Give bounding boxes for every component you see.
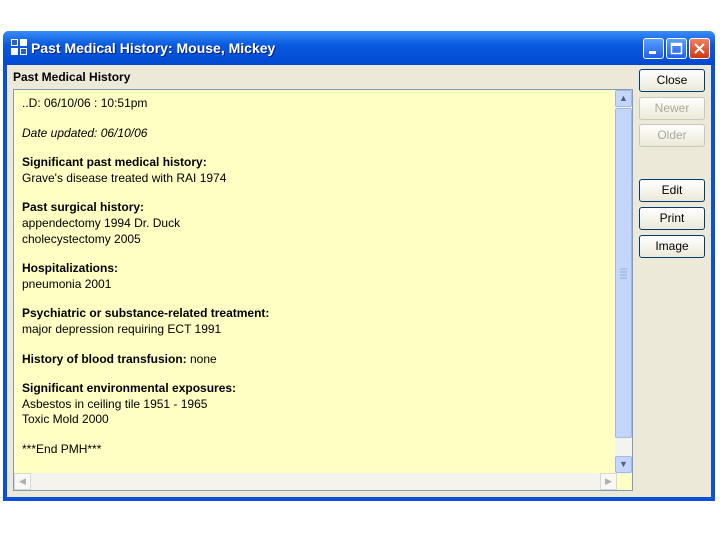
vertical-scrollbar[interactable]: ▲ ▼ (615, 90, 632, 474)
section-line: cholecystectomy 2005 (22, 231, 141, 246)
record-id-line: ..D: 06/10/06 : 10:51pm (22, 96, 148, 110)
dialog-body: Past Medical History ..D: 06/10/06 : 10:… (7, 65, 711, 497)
section-hospitalizations: Hospitalizations: pneumonia 2001 (22, 261, 612, 292)
section-heading: Past surgical history: (22, 200, 145, 215)
section-line: Asbestos in ceiling tile 1951 - 1965 (22, 396, 208, 411)
panel-label: Past Medical History (13, 70, 131, 84)
grip-icon (620, 268, 627, 279)
chevron-down-icon: ▼ (619, 459, 628, 469)
edit-button[interactable]: Edit (639, 179, 705, 202)
app-icon (11, 39, 27, 55)
section-environmental: Significant environmental exposures: Asb… (22, 381, 612, 428)
section-line: Toxic Mold 2000 (22, 412, 109, 427)
section-line: Grave's disease treated with RAI 1974 (22, 170, 227, 185)
horizontal-scrollbar[interactable]: ◀ ▶ (14, 473, 617, 490)
chevron-right-icon: ▶ (605, 476, 612, 486)
close-icon (694, 43, 705, 54)
history-content: ..D: 06/10/06 : 10:51pm Date updated: 06… (22, 96, 612, 472)
section-line: major depression requiring ECT 1991 (22, 321, 222, 336)
older-button[interactable]: Older (639, 124, 705, 147)
section-line: pneumonia 2001 (22, 276, 112, 291)
section-medical: Significant past medical history: Grave'… (22, 155, 612, 186)
scroll-right-button[interactable]: ▶ (600, 473, 617, 490)
history-text-pane[interactable]: ..D: 06/10/06 : 10:51pm Date updated: 06… (13, 89, 633, 491)
chevron-up-icon: ▲ (619, 93, 628, 103)
section-heading: Significant environmental exposures: (22, 381, 237, 396)
title-bar[interactable]: Past Medical History: Mouse, Mickey (3, 31, 715, 65)
close-button[interactable]: Close (639, 69, 705, 92)
end-marker: ***End PMH*** (22, 441, 102, 456)
minimize-icon (649, 51, 656, 54)
section-surgical: Past surgical history: appendectomy 1994… (22, 200, 612, 247)
section-heading: Psychiatric or substance-related treatme… (22, 306, 270, 321)
scroll-up-button[interactable]: ▲ (615, 90, 632, 107)
section-inline-value: none (186, 351, 217, 366)
minimize-button[interactable] (643, 38, 664, 59)
scroll-left-button[interactable]: ◀ (14, 473, 31, 490)
window-close-button[interactable] (689, 38, 710, 59)
image-button[interactable]: Image (639, 235, 705, 258)
date-updated: Date updated: 06/10/06 (22, 125, 148, 140)
print-button[interactable]: Print (639, 207, 705, 230)
maximize-button[interactable] (666, 38, 687, 59)
section-psychiatric: Psychiatric or substance-related treatme… (22, 306, 612, 337)
section-heading: Significant past medical history: (22, 155, 207, 170)
scroll-down-button[interactable]: ▼ (615, 456, 632, 473)
window-title: Past Medical History: Mouse, Mickey (31, 40, 276, 56)
newer-button[interactable]: Newer (639, 97, 705, 120)
chevron-left-icon: ◀ (19, 476, 26, 486)
pmh-window: Past Medical History: Mouse, Mickey Past… (3, 31, 715, 501)
section-heading: History of blood transfusion: (22, 351, 187, 366)
section-line: appendectomy 1994 Dr. Duck (22, 215, 181, 230)
section-heading: Hospitalizations: (22, 261, 119, 276)
scroll-thumb[interactable] (615, 108, 632, 438)
section-transfusion: History of blood transfusion: none (22, 352, 612, 368)
maximize-icon (670, 42, 683, 55)
